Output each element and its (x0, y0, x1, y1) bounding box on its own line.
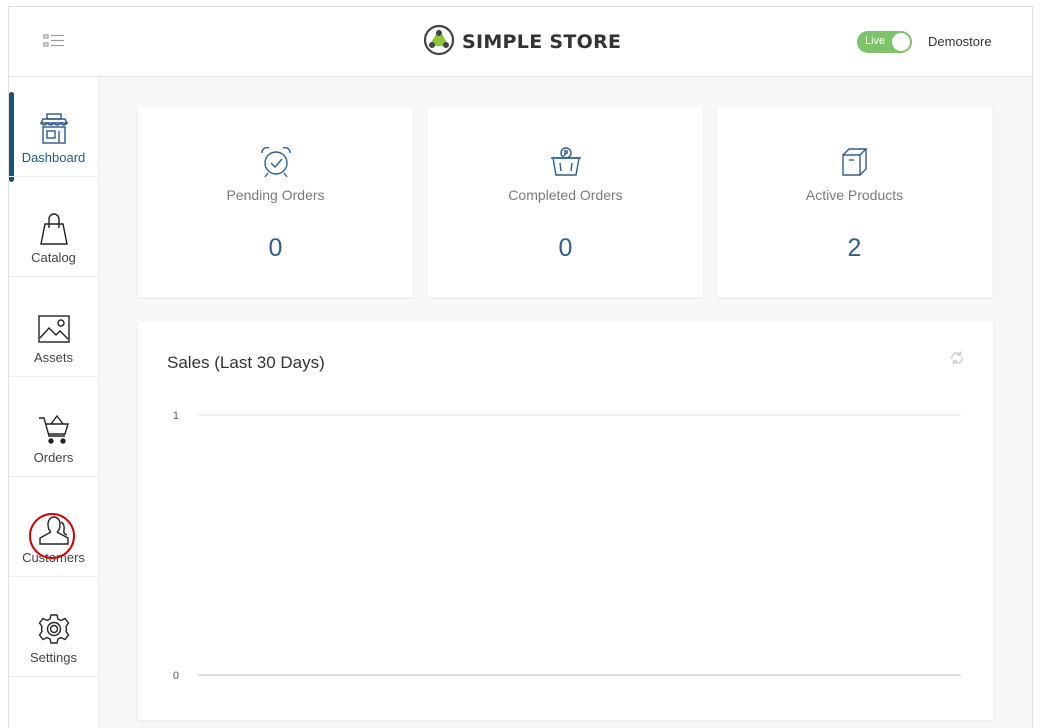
stat-label: Pending Orders (226, 187, 325, 203)
stat-value: 2 (847, 234, 862, 262)
live-toggle[interactable]: Live (857, 31, 912, 53)
stat-value: 0 (268, 234, 283, 262)
logo-text: SIMPLE STORE (462, 31, 622, 53)
stat-card-active-products[interactable]: Active Products 2 (717, 107, 992, 297)
alarm-clock-icon (260, 146, 291, 178)
stat-card-completed-orders[interactable]: Completed Orders 0 (428, 107, 703, 297)
sidebar-item-label: Settings (30, 650, 77, 665)
stat-value: 0 (558, 234, 573, 262)
sales-chart: 10 (173, 410, 961, 682)
sidebar-item-settings[interactable]: Settings (9, 577, 98, 677)
stat-label: Completed Orders (508, 187, 623, 203)
shopping-bag-icon (39, 213, 68, 245)
box-icon (841, 148, 868, 176)
sidebar: Dashboard Catalog Assets Orders Customer… (9, 77, 99, 728)
store-logo-icon (423, 24, 455, 61)
sidebar-item-assets[interactable]: Assets (9, 277, 98, 377)
sidebar-item-label: Dashboard (21, 150, 86, 165)
stat-card-pending-orders[interactable]: Pending Orders 0 (138, 107, 413, 297)
y-tick-label: 0 (173, 670, 179, 682)
app-frame: SIMPLE STORE Live Demostore Dashboard Ca… (8, 6, 1033, 728)
money-basket-icon (550, 147, 581, 176)
gear-icon (38, 614, 69, 644)
sidebar-item-catalog[interactable]: Catalog (9, 177, 98, 277)
menu-icon[interactable] (43, 33, 65, 49)
sidebar-item-label: Assets (33, 350, 73, 365)
y-tick-label: 1 (173, 410, 179, 422)
sidebar-item-orders[interactable]: Orders (9, 377, 98, 477)
stat-label: Active Products (805, 187, 904, 203)
image-icon (37, 315, 70, 343)
store-name[interactable]: Demostore (928, 34, 992, 49)
sidebar-item-label: Catalog (31, 250, 76, 265)
click-indicator (29, 513, 75, 559)
storefront-icon (39, 113, 68, 144)
top-header: SIMPLE STORE Live Demostore (9, 7, 1032, 77)
toggle-knob (892, 33, 910, 51)
sidebar-item-dashboard[interactable]: Dashboard (9, 77, 98, 177)
sales-chart-card: Sales (Last 30 Days) 10 (138, 322, 993, 720)
cart-icon (38, 414, 69, 444)
store-logo[interactable]: SIMPLE STORE (423, 24, 622, 61)
live-label: Live (865, 35, 886, 47)
sidebar-item-label: Orders (33, 450, 74, 465)
